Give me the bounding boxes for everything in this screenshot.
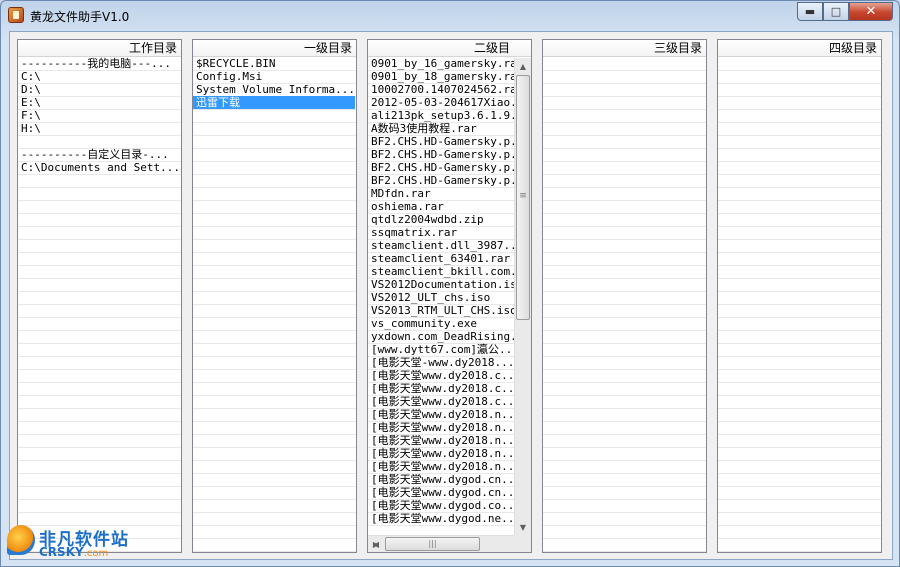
horizontal-scroll-thumb[interactable]: ||| — [385, 537, 480, 551]
list-item[interactable]: [电影天堂www.dy2018.c.. — [368, 382, 514, 395]
panel-level4: 四级目录 — [717, 39, 882, 553]
list-item[interactable]: System Volume Informa... — [193, 83, 356, 96]
list-item[interactable]: 10002700.1407024562.ra — [368, 83, 514, 96]
scroll-down-icon[interactable]: ▼ — [515, 519, 531, 535]
list-item[interactable] — [18, 135, 181, 148]
list-item[interactable]: C:\ — [18, 70, 181, 83]
panel-header-level4[interactable]: 四级目录 — [718, 40, 881, 57]
client-area: 工作目录 ----------我的电脑---... C:\ D:\ E:\ F:\ H:\… — [9, 31, 893, 560]
panel-header-level1[interactable]: 一级目录 — [193, 40, 356, 57]
list-item[interactable]: [电影天堂www.dy2018.n.. — [368, 460, 514, 473]
list-item[interactable]: ----------我的电脑---... — [18, 57, 181, 70]
list-item[interactable]: [电影天堂www.dygod.cn.. — [368, 473, 514, 486]
list-item[interactable]: E:\ — [18, 96, 181, 109]
list-item[interactable]: steamclient_bkill.com. — [368, 265, 514, 278]
horizontal-scrollbar[interactable]: ◀ ||| ▶ — [368, 535, 514, 552]
list-item[interactable]: [电影天堂www.dygod.co.. — [368, 499, 514, 512]
list-item[interactable]: qtdlz2004wdbd.zip — [368, 213, 514, 226]
list-item[interactable]: vs_community.exe — [368, 317, 514, 330]
list-item[interactable]: 0901_by_16_gamersky.ra — [368, 57, 514, 70]
list-item[interactable]: 2012-05-03-204617Xiao. — [368, 96, 514, 109]
list-item[interactable]: [电影天堂www.dygod.ne.. — [368, 512, 514, 525]
title-bar[interactable]: 黄龙文件助手V1.0 ▬ □ ✕ — [1, 1, 899, 31]
window-title: 黄龙文件助手V1.0 — [30, 10, 130, 24]
list-item[interactable]: BF2.CHS.HD-Gamersky.p. — [368, 161, 514, 174]
panel-header-level2[interactable]: 二级目 — [368, 40, 531, 57]
crsky-logo-icon — [7, 525, 35, 555]
list-item[interactable]: [电影天堂www.dy2018.n.. — [368, 447, 514, 460]
list-item[interactable]: 迅雷下载 — [193, 96, 355, 109]
list-work: ----------我的电脑---... C:\ D:\ E:\ F:\ H:\ -----… — [18, 57, 181, 174]
window-controls: ▬ □ ✕ — [797, 2, 893, 22]
list-item[interactable]: $RECYCLE.BIN — [193, 57, 356, 70]
panel-level2: 二级目 0901_by_16_gamersky.ra 0901_by_18_gam… — [367, 39, 532, 553]
vertical-scroll-thumb[interactable]: ≡ — [516, 75, 530, 320]
panel-header-work[interactable]: 工作目录 — [18, 40, 181, 57]
watermark-logo: 非凡软件站 CRSKY.com — [7, 523, 147, 563]
list-item[interactable]: VS2012_ULT_chs.iso — [368, 291, 514, 304]
list-item[interactable]: steamclient.dll_3987.. — [368, 239, 514, 252]
list-level2: 0901_by_16_gamersky.ra 0901_by_18_gamersk… — [368, 57, 514, 535]
list-item[interactable]: ----------自定义目录-... — [18, 148, 181, 161]
list-item[interactable]: A数码3使用教程.rar — [368, 122, 514, 135]
watermark-en-text: CRSKY — [39, 545, 84, 559]
scroll-corner — [514, 535, 531, 552]
list-item[interactable]: H:\ — [18, 122, 181, 135]
list-item[interactable]: 0901_by_18_gamersky.ra — [368, 70, 514, 83]
list-item[interactable]: VS2013_RTM_ULT_CHS.iso — [368, 304, 514, 317]
list-item[interactable]: ali213pk_setup3.6.1.9. — [368, 109, 514, 122]
app-window: 黄龙文件助手V1.0 ▬ □ ✕ 工作目录 ----------我的电脑---.… — [0, 0, 900, 567]
panel-level1: 一级目录 $RECYCLE.BIN Config.Msi System Volume… — [192, 39, 357, 553]
minimize-button[interactable]: ▬ — [797, 2, 823, 21]
maximize-button[interactable]: □ — [823, 2, 849, 21]
app-icon — [8, 7, 24, 23]
list-item[interactable]: steamclient_63401.rar — [368, 252, 514, 265]
list-level1: $RECYCLE.BIN Config.Msi System Volume Info… — [193, 57, 356, 109]
list-item[interactable]: [电影天堂www.dy2018.n.. — [368, 434, 514, 447]
list-item[interactable]: BF2.CHS.HD-Gamersky.p. — [368, 135, 514, 148]
list-item[interactable]: [电影天堂www.dy2018.c.. — [368, 395, 514, 408]
list-item[interactable]: ssqmatrix.rar — [368, 226, 514, 239]
list-item[interactable]: C:\Documents and Sett... — [18, 161, 181, 174]
list-item[interactable]: [www.dytt67.com]瀛公... — [368, 343, 514, 356]
list-item[interactable]: BF2.CHS.HD-Gamersky.p. — [368, 174, 514, 187]
list-item[interactable]: [电影天堂www.dy2018.n.. — [368, 421, 514, 434]
watermark-en: CRSKY.com — [39, 545, 108, 559]
vertical-scrollbar[interactable]: ▲ ≡ ▼ — [514, 58, 531, 535]
close-button[interactable]: ✕ — [849, 2, 893, 21]
list-item[interactable]: Config.Msi — [193, 70, 356, 83]
grip-icon: ≡ — [519, 191, 527, 201]
watermark-domain: .com — [83, 548, 109, 559]
list-item[interactable]: [电影天堂www.dygod.cn.. — [368, 486, 514, 499]
panel-work: 工作目录 ----------我的电脑---... C:\ D:\ E:\ F:\ H:\… — [17, 39, 182, 553]
scroll-up-icon[interactable]: ▲ — [515, 58, 531, 74]
scroll-right-icon[interactable]: ▶ — [368, 536, 384, 552]
panel-header-level3[interactable]: 三级目录 — [543, 40, 706, 57]
list-item[interactable]: F:\ — [18, 109, 181, 122]
list-item[interactable]: MDfdn.rar — [368, 187, 514, 200]
panel-level3: 三级目录 — [542, 39, 707, 553]
list-item[interactable]: yxdown.com_DeadRising. — [368, 330, 514, 343]
list-item[interactable]: [电影天堂www.dy2018.c.. — [368, 369, 514, 382]
list-item[interactable]: D:\ — [18, 83, 181, 96]
list-item[interactable]: oshiema.rar — [368, 200, 514, 213]
list-item[interactable]: [电影天堂www.dy2018.n.. — [368, 408, 514, 421]
list-item[interactable]: VS2012Documentation.is — [368, 278, 514, 291]
list-item[interactable]: BF2.CHS.HD-Gamersky.p. — [368, 148, 514, 161]
list-item[interactable]: [电影天堂-www.dy2018.... — [368, 356, 514, 369]
